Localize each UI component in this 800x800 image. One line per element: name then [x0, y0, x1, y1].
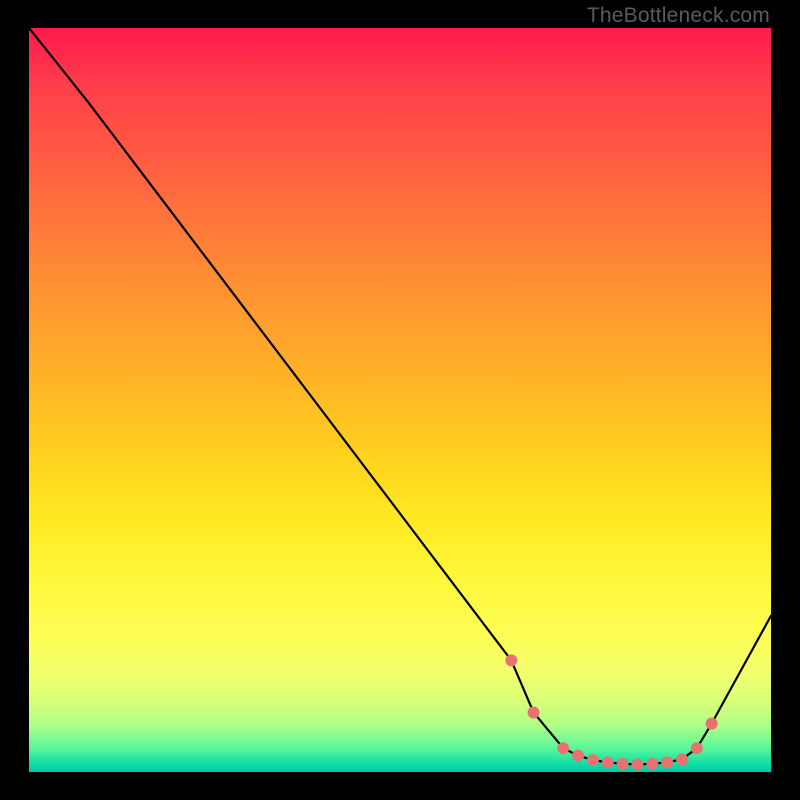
marker-dot: [587, 754, 599, 766]
chart-frame: TheBottleneck.com: [0, 0, 800, 800]
marker-group: [505, 654, 717, 770]
marker-dot: [646, 758, 658, 770]
marker-dot: [528, 706, 540, 718]
marker-dot: [617, 758, 629, 770]
attribution-label: TheBottleneck.com: [587, 4, 770, 28]
marker-dot: [676, 753, 688, 765]
bottleneck-curve-path: [29, 28, 771, 765]
marker-dot: [572, 750, 584, 762]
marker-dot: [505, 654, 517, 666]
marker-dot: [602, 756, 614, 768]
marker-dot: [691, 742, 703, 754]
marker-dot: [661, 756, 673, 768]
marker-dot: [631, 759, 643, 771]
curve-svg: [29, 28, 771, 772]
plot-area: [29, 28, 771, 772]
marker-dot: [557, 742, 569, 754]
marker-dot: [706, 718, 718, 730]
